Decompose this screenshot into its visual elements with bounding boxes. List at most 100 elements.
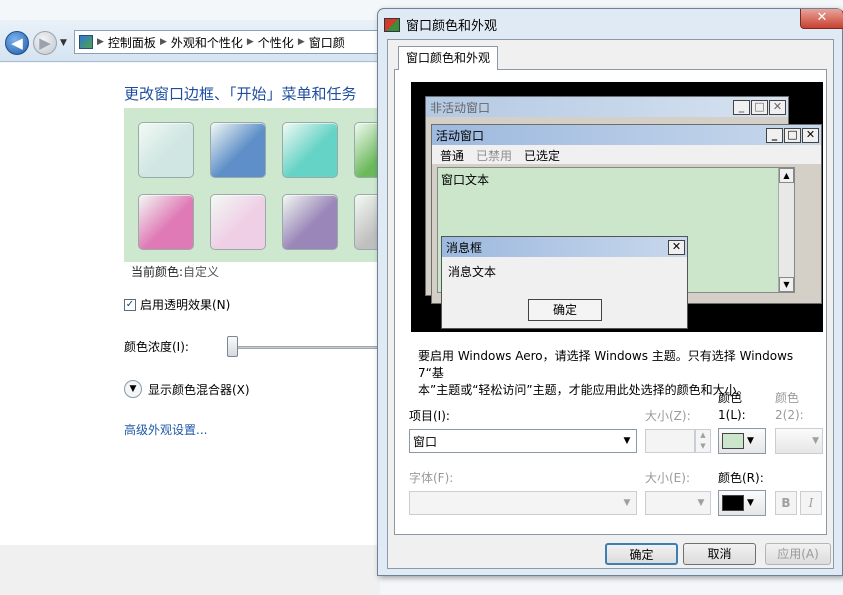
pane-footer	[0, 545, 380, 595]
chevron-down-icon[interactable]: ▼	[618, 498, 636, 508]
size-label: 大小(Z):	[645, 409, 691, 423]
size-input[interactable]	[645, 429, 695, 453]
menu-selected[interactable]: 已选定	[524, 147, 560, 163]
intensity-label: 颜色浓度(I):	[124, 340, 189, 354]
forward-button[interactable]: ▶	[33, 31, 57, 55]
message-box-titlebar[interactable]: 消息框 ✕	[442, 237, 687, 257]
dialog-titlebar[interactable]: 窗口颜色和外观	[384, 15, 497, 34]
apply-button[interactable]: 应用(A)	[765, 543, 831, 565]
message-box-ok-button[interactable]: 确定	[528, 299, 602, 321]
color1-button[interactable]: ▼	[718, 428, 766, 454]
active-window-title: 活动窗口	[436, 128, 485, 143]
chevron-down-icon: ▼	[747, 498, 754, 508]
breadcrumb-arrow-icon[interactable]: ▶	[97, 37, 104, 47]
message-text: 消息文本	[448, 265, 497, 279]
maximize-icon[interactable]: □	[784, 127, 801, 143]
color1-chip	[722, 433, 744, 449]
window-color-icon	[384, 17, 400, 32]
breadcrumb-arrow-icon[interactable]: ▶	[298, 37, 305, 47]
address-bar[interactable]: ▶ 控制面板 ▶ 外观和个性化 ▶ 个性化 ▶ 窗口颜	[74, 30, 404, 54]
color-swatch[interactable]	[210, 122, 266, 178]
chevron-down-icon: ▼	[812, 436, 819, 446]
italic-button[interactable]: I	[800, 491, 822, 515]
color1-label-line: 颜色	[718, 391, 743, 405]
color-swatch[interactable]	[138, 194, 194, 250]
aero-hint: 要启用 Windows Aero，请选择 Windows 主题。只有选择 Win…	[418, 348, 818, 399]
preview-active-titlebar[interactable]: 活动窗口 _ □ ✕	[432, 125, 821, 145]
item-select[interactable]: 窗口 ▼	[409, 429, 637, 453]
menu-disabled[interactable]: 已禁用	[476, 147, 512, 163]
close-icon[interactable]: ✕	[668, 239, 685, 255]
aero-hint-line: 要启用 Windows Aero，请选择 Windows 主题。只有选择 Win…	[418, 349, 794, 380]
minimize-icon[interactable]: _	[733, 99, 750, 115]
recent-pages-dropdown-icon[interactable]: ▼	[60, 38, 67, 48]
intensity-slider-track[interactable]	[232, 346, 380, 349]
minimize-icon[interactable]: _	[766, 127, 783, 143]
font-color-button[interactable]: ▼	[718, 490, 766, 516]
breadcrumb-arrow-icon[interactable]: ▶	[160, 37, 167, 47]
size-spinner[interactable]: ▲ ▼	[695, 429, 711, 453]
current-color-label: 当前颜色:	[131, 265, 184, 279]
menu-normal[interactable]: 普通	[440, 147, 464, 163]
transparency-option[interactable]: ✓ 启用透明效果(N)	[124, 296, 230, 313]
transparency-label: 启用透明效果(N)	[140, 298, 231, 312]
font-size-select[interactable]: ▼	[645, 491, 711, 515]
control-panel-icon	[79, 35, 93, 49]
ok-button[interactable]: 确定	[605, 543, 678, 565]
color-swatch[interactable]	[282, 194, 338, 250]
breadcrumb-item[interactable]: 控制面板	[108, 34, 156, 51]
chevron-down-icon[interactable]: ▼	[692, 498, 710, 508]
current-color: 当前颜色:自定义	[131, 263, 219, 280]
breadcrumb-item[interactable]: 个性化	[258, 34, 294, 51]
breadcrumb-item[interactable]: 外观和个性化	[171, 34, 243, 51]
color1-label-line: 1(L):	[718, 408, 746, 422]
color-mixer-toggle[interactable]: ▼ 显示颜色混合器(X)	[124, 380, 250, 398]
scroll-down-icon[interactable]: ▼	[779, 277, 794, 292]
close-icon[interactable]: ✕	[800, 9, 843, 29]
aero-hint-line: 本”主题或“轻松访问”主题，才能应用此处选择的颜色和大小。	[418, 383, 749, 397]
color1-label: 颜色 1(L):	[718, 390, 746, 424]
transparency-checkbox[interactable]: ✓	[124, 298, 136, 311]
dialog-title: 窗口颜色和外观	[406, 19, 498, 34]
window-text: 窗口文本	[441, 173, 490, 187]
color2-button[interactable]: ▼	[775, 428, 823, 454]
intensity-slider-thumb[interactable]	[227, 336, 238, 357]
bold-button[interactable]: B	[775, 491, 797, 515]
font-label: 字体(F):	[409, 471, 454, 485]
close-icon[interactable]: ✕	[802, 127, 819, 143]
color-swatch[interactable]	[138, 122, 194, 178]
cancel-button[interactable]: 取消	[683, 543, 756, 565]
page-title: 更改窗口边框、「开始」菜单和任务	[124, 85, 357, 103]
tab-window-color[interactable]: 窗口颜色和外观	[398, 46, 499, 70]
appearance-dialog: 窗口颜色和外观 ✕ 窗口颜色和外观 非活动窗口 _ □ ✕ 活动窗口 _ □ ✕…	[377, 8, 843, 576]
current-color-value: 自定义	[183, 265, 220, 279]
breadcrumb-arrow-icon[interactable]: ▶	[247, 37, 254, 47]
back-button[interactable]: ◀	[5, 31, 29, 55]
breadcrumb-item[interactable]: 窗口颜	[309, 34, 345, 51]
color2-label-line: 2(2):	[775, 408, 804, 422]
color-mixer-label: 显示颜色混合器(X)	[148, 382, 250, 397]
chevron-down-icon[interactable]: ▼	[618, 436, 636, 446]
appearance-preview[interactable]: 非活动窗口 _ □ ✕ 活动窗口 _ □ ✕ 普通 已禁用 已选定 窗口文本 ▲…	[411, 82, 823, 332]
close-icon[interactable]: ✕	[769, 99, 786, 115]
preview-inactive-titlebar[interactable]: 非活动窗口 _ □ ✕	[426, 97, 788, 117]
preview-menu-bar[interactable]: 普通 已禁用 已选定	[432, 145, 821, 164]
message-box-title: 消息框	[446, 240, 483, 255]
scroll-up-icon[interactable]: ▲	[779, 168, 794, 183]
chevron-down-icon: ▼	[747, 436, 754, 446]
color-swatch[interactable]	[210, 194, 266, 250]
chevron-down-icon[interactable]: ▼	[124, 380, 142, 398]
item-label: 项目(I):	[409, 409, 450, 423]
color2-label-line: 颜色	[775, 391, 800, 405]
item-select-value: 窗口	[413, 434, 438, 449]
color-swatch-grid	[124, 108, 410, 262]
preview-message-box[interactable]: 消息框 ✕ 消息文本 确定	[441, 236, 688, 329]
color-swatch[interactable]	[282, 122, 338, 178]
font-select[interactable]: ▼	[409, 491, 637, 515]
maximize-icon[interactable]: □	[751, 99, 768, 115]
font-color-label: 颜色(R):	[718, 471, 764, 485]
preview-scrollbar[interactable]: ▲ ▼	[778, 168, 794, 292]
dialog-body: 窗口颜色和外观 非活动窗口 _ □ ✕ 活动窗口 _ □ ✕ 普通 已禁用 已选…	[387, 39, 834, 569]
advanced-appearance-link[interactable]: 高级外观设置...	[124, 421, 207, 438]
font-size-label: 大小(E):	[645, 471, 690, 485]
